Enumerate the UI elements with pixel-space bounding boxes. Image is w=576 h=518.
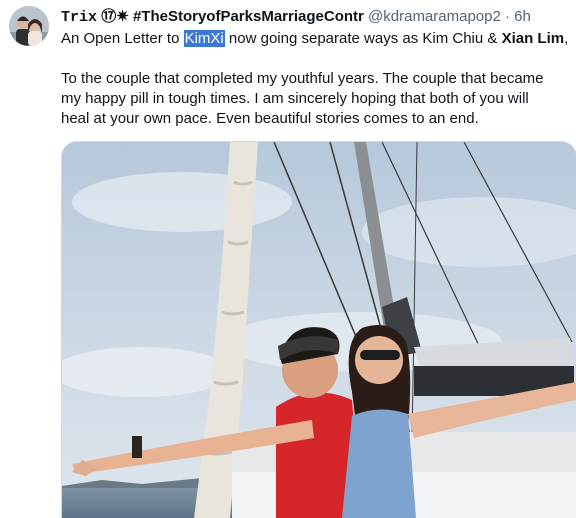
tweet-text-line-4: heal at your own pace. Even beautiful st… bbox=[61, 110, 479, 127]
avatar-image bbox=[9, 6, 49, 46]
photo-of-couple-on-sailboat-icon bbox=[62, 142, 576, 518]
tweet-text-line-1: An Open Letter to KimXi now going separa… bbox=[61, 30, 569, 47]
tweet-text-line-3: my happy pill in tough times. I am since… bbox=[61, 90, 529, 107]
header-separator: · bbox=[505, 8, 510, 25]
tweet-media-photo[interactable] bbox=[61, 141, 576, 518]
badge-17: ⑰ bbox=[101, 8, 117, 25]
tweet-text-line-2: To the couple that completed my youthful… bbox=[61, 70, 544, 87]
tweet-header: Trix ⑰✷ #TheStoryofParksMarriageContr @k… bbox=[61, 7, 571, 27]
author-avatar[interactable] bbox=[9, 6, 49, 46]
author-display-name[interactable]: Trix ⑰✷ #TheStoryofParksMarriageContr bbox=[61, 8, 364, 26]
bold-name: Xian Lim bbox=[501, 30, 565, 47]
author-name-hashtag: #TheStoryofParksMarriageContr bbox=[132, 8, 364, 25]
star-emoji-icon: ✷ bbox=[116, 8, 129, 25]
tweet-timestamp[interactable]: 6h bbox=[514, 8, 531, 25]
highlighted-word: KimXi bbox=[183, 30, 225, 47]
author-handle[interactable]: @kdramaramapop2 bbox=[368, 8, 501, 25]
tweet-body: An Open Letter to KimXi now going separa… bbox=[61, 29, 571, 129]
